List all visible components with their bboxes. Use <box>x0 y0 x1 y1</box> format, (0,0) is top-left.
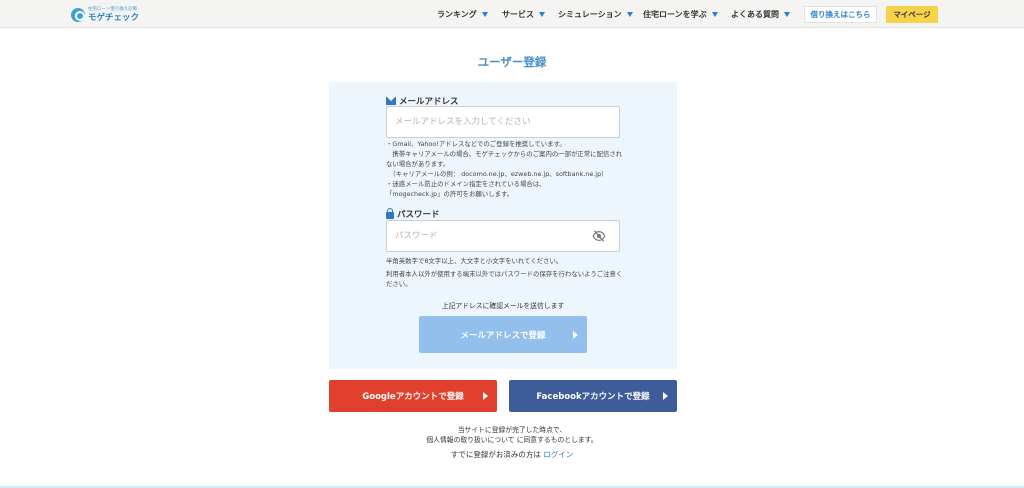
email-register-button[interactable]: メールアドレスで登録 <box>419 316 587 353</box>
caret-down-icon <box>784 11 790 17</box>
email-note: ・Gmail、Yahoo!アドレスなどでのご登録を推奨しています。 携帯キャリア… <box>386 140 623 198</box>
caret-down-icon <box>626 11 633 17</box>
page-title: ユーザー登録 <box>477 55 547 69</box>
caret-down-icon <box>711 11 718 17</box>
nav-item-services[interactable]: サービス <box>502 0 545 28</box>
eye-off-icon[interactable] <box>592 229 606 243</box>
refinance-button[interactable]: 借り換えはこちら <box>804 6 877 23</box>
password-label: パスワード <box>386 208 440 220</box>
password-rule-note: 半角英数字で8文字以上、大文字と小文字をいれてください。 <box>386 257 563 265</box>
site-header: 住宅ローン借り換え診断 モゲチェック ランキング サービス シミュレーション 住… <box>0 0 1024 28</box>
facebook-register-button[interactable]: Facebookアカウントで登録 <box>509 380 677 412</box>
logo-name: モゲチェック <box>88 12 140 23</box>
mail-icon <box>386 97 396 105</box>
logo-icon <box>71 8 85 22</box>
nav-item-ranking[interactable]: ランキング <box>437 0 488 28</box>
password-input[interactable] <box>386 220 620 252</box>
login-link[interactable]: ログイン <box>543 450 573 459</box>
privacy-agreement-text: 当サイトに登録が完了した時点で、 個人情報の取り扱いについて に同意するものとし… <box>426 426 598 444</box>
mypage-button[interactable]: マイページ <box>886 6 938 23</box>
nav-item-simulation[interactable]: シミュレーション <box>558 0 633 28</box>
arrow-right-icon <box>573 330 578 339</box>
password-save-note: 利用者本人以外が使用する端末以外ではパスワードの保存を行わないようご注意ください… <box>386 270 623 288</box>
google-register-button[interactable]: Googleアカウントで登録 <box>329 380 497 412</box>
confirm-email-text: 上記アドレスに確認メールを送信します <box>441 302 565 310</box>
nav-item-learn[interactable]: 住宅ローンを学ぶ <box>643 0 718 28</box>
already-registered-text: すでに登録がお済みの方は ログイン <box>450 450 574 459</box>
email-input[interactable] <box>386 106 620 138</box>
logo-tagline: 住宅ローン借り換え診断 <box>88 7 138 12</box>
caret-down-icon <box>481 11 488 17</box>
arrow-right-icon <box>663 392 668 400</box>
site-logo[interactable]: 住宅ローン借り換え診断 モゲチェック <box>71 6 139 24</box>
lock-icon <box>386 208 394 219</box>
arrow-right-icon <box>483 392 488 400</box>
nav-item-faq[interactable]: よくある質問 <box>731 0 790 28</box>
caret-down-icon <box>539 11 545 17</box>
